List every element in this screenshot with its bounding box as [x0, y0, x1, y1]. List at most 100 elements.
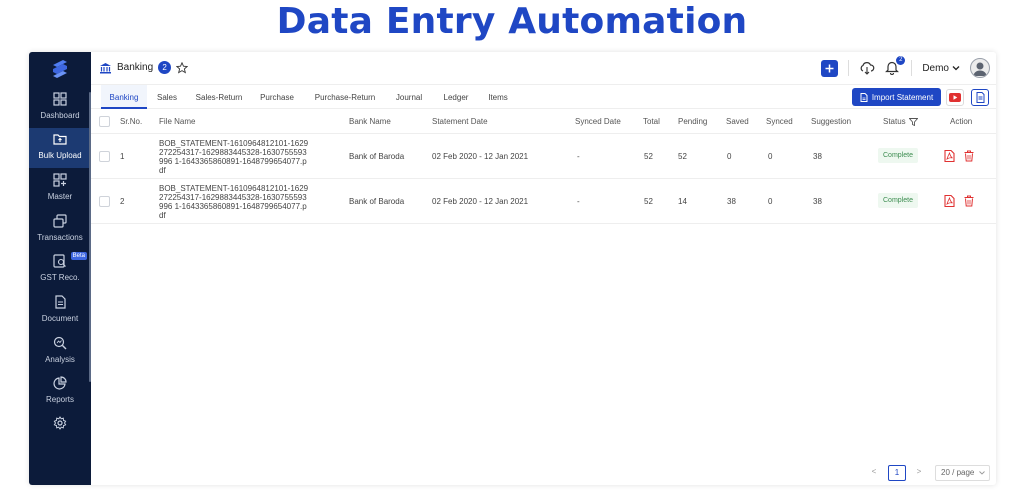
- top-bar: Banking 2 2 Demo: [91, 52, 996, 85]
- page-headline: Data Entry Automation: [276, 1, 748, 42]
- cell-saved: 0: [727, 152, 732, 161]
- pagination: < 1 > 20 / page: [91, 465, 996, 481]
- chevron-down-icon: [979, 471, 985, 475]
- row-checkbox[interactable]: [99, 151, 110, 162]
- cell-file-name[interactable]: BOB_STATEMENT-1610964812101-162927225431…: [159, 139, 309, 175]
- tab-purchase[interactable]: Purchase: [256, 85, 298, 109]
- add-button[interactable]: [821, 59, 839, 77]
- notification-count: 2: [896, 56, 906, 65]
- tab-purchase-return[interactable]: Purchase-Return: [309, 85, 381, 109]
- tab-sales[interactable]: Sales: [151, 85, 183, 109]
- import-statement-label: Import Statement: [871, 92, 934, 102]
- cell-sr-no: 1: [120, 152, 125, 161]
- page-size-select[interactable]: 20 / page: [935, 465, 990, 481]
- avatar[interactable]: [970, 58, 990, 78]
- col-header: Status: [883, 117, 906, 126]
- cell-saved: 38: [727, 197, 736, 206]
- cell-suggestion: 38: [813, 197, 822, 206]
- brand-s-logo-icon[interactable]: [29, 58, 91, 82]
- cell-synced-date: -: [577, 197, 580, 206]
- sidebar-item-label: Document: [41, 314, 79, 323]
- help-document-button[interactable]: [971, 89, 989, 106]
- tab-banking[interactable]: Banking: [101, 85, 147, 109]
- breadcrumb: Banking 2: [99, 61, 189, 74]
- sidebar-item-document[interactable]: Document: [29, 291, 91, 331]
- app-window: Dashboard Bulk Upload Master Transaction…: [29, 52, 996, 485]
- cell-pending: 52: [678, 152, 687, 161]
- prev-page-button[interactable]: <: [866, 465, 882, 481]
- document-icon: [55, 295, 66, 309]
- col-header: Pending: [678, 117, 708, 126]
- beta-badge: Beta: [70, 252, 87, 260]
- plus-icon: [825, 64, 834, 72]
- file-icon: [860, 92, 868, 102]
- sidebar-item-settings[interactable]: [29, 412, 91, 452]
- table-row[interactable]: 2 BOB_STATEMENT-1610964812101-1629272254…: [91, 179, 996, 224]
- col-header: Saved: [726, 117, 749, 126]
- filter-icon[interactable]: [908, 117, 918, 126]
- cell-total: 52: [644, 197, 653, 206]
- tab-ledger[interactable]: Ledger: [438, 85, 474, 109]
- cell-synced: 0: [768, 197, 773, 206]
- tab-journal[interactable]: Journal: [390, 85, 428, 109]
- user-menu[interactable]: Demo: [922, 63, 960, 74]
- col-header: Bank Name: [349, 117, 391, 126]
- trash-icon[interactable]: [964, 150, 974, 162]
- sidebar-item-label: Transactions: [37, 233, 83, 242]
- select-all-checkbox[interactable]: [99, 116, 110, 127]
- row-checkbox[interactable]: [99, 196, 110, 207]
- sidebar-item-analysis[interactable]: Analysis: [29, 332, 91, 372]
- col-header: Statement Date: [432, 117, 488, 126]
- video-tutorial-button[interactable]: [946, 89, 964, 106]
- user-avatar-icon: [973, 62, 987, 76]
- col-header: Synced: [766, 117, 793, 126]
- cell-pending: 14: [678, 197, 687, 206]
- document-icon: [976, 92, 984, 103]
- reports-icon: [53, 376, 67, 390]
- trash-icon[interactable]: [964, 195, 974, 207]
- cloud-sync-icon[interactable]: [859, 61, 875, 75]
- sidebar-item-label: Reports: [45, 395, 74, 404]
- settings-gear-icon: [53, 416, 67, 430]
- tab-items[interactable]: Items: [483, 85, 513, 109]
- col-header: Synced Date: [575, 117, 621, 126]
- sidebar-item-label: Analysis: [45, 355, 75, 364]
- col-header: Sr.No.: [120, 117, 143, 126]
- count-badge: 2: [158, 61, 172, 74]
- col-header: Total: [643, 117, 660, 126]
- sidebar-item-master[interactable]: Master: [29, 169, 91, 209]
- cell-synced-date: -: [577, 152, 580, 161]
- col-header: Action: [950, 117, 973, 126]
- tab-sales-return[interactable]: Sales-Return: [190, 85, 248, 109]
- youtube-icon: [949, 93, 961, 102]
- statements-table: Sr.No. File Name Bank Name Statement Dat…: [91, 109, 996, 224]
- page-1-button[interactable]: 1: [888, 465, 906, 481]
- sidebar-item-reports[interactable]: Reports: [29, 372, 91, 412]
- sidebar-item-label: Dashboard: [40, 111, 80, 120]
- cell-bank-name: Bank of Baroda: [349, 152, 405, 161]
- sidebar: Dashboard Bulk Upload Master Transaction…: [29, 52, 91, 485]
- page-size-value: 20 / page: [941, 468, 975, 477]
- gst-reco-icon: [53, 254, 66, 268]
- sidebar-item-label: Master: [47, 192, 73, 201]
- sidebar-item-dashboard[interactable]: Dashboard: [29, 88, 91, 128]
- status-badge: Complete: [878, 193, 918, 208]
- sidebar-item-bulk-upload[interactable]: Bulk Upload: [29, 128, 91, 168]
- table-row[interactable]: 1 BOB_STATEMENT-1610964812101-1629272254…: [91, 134, 996, 179]
- notifications-button[interactable]: 2: [885, 56, 906, 76]
- top-right-actions: 2 Demo: [821, 56, 990, 78]
- col-header: Suggestion: [811, 117, 852, 126]
- cell-statement-date: 02 Feb 2020 - 12 Jan 2021: [432, 152, 529, 161]
- bank-icon: [100, 62, 111, 73]
- next-page-button[interactable]: >: [911, 465, 927, 481]
- pdf-icon[interactable]: [944, 150, 955, 162]
- master-grid-icon: [53, 173, 67, 187]
- pdf-icon[interactable]: [944, 195, 955, 207]
- import-statement-button[interactable]: Import Statement: [852, 88, 941, 106]
- star-icon[interactable]: [176, 61, 189, 74]
- sidebar-item-gst-reco[interactable]: Beta GST Reco.: [29, 250, 91, 290]
- chevron-down-icon: [952, 66, 960, 71]
- divider: [911, 60, 913, 76]
- sidebar-item-transactions[interactable]: Transactions: [29, 210, 91, 250]
- cell-file-name[interactable]: BOB_STATEMENT-1610964812101-162927225431…: [159, 184, 309, 220]
